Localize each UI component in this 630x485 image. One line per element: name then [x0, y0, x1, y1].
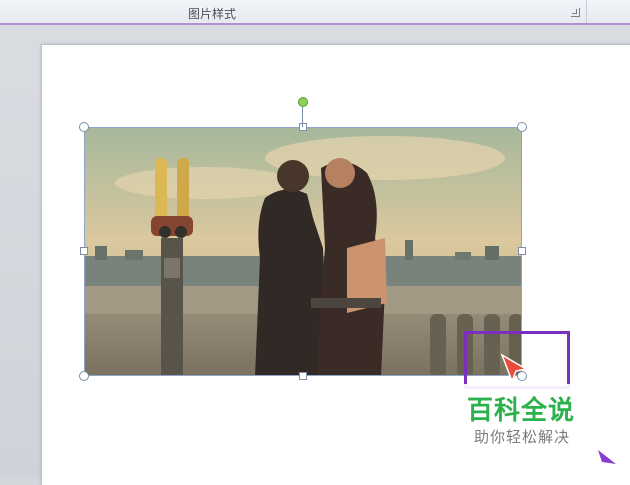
watermark-subtitle: 助你轻松解决 — [474, 428, 571, 446]
dialog-launcher-icon[interactable] — [571, 8, 580, 17]
photo-couple-scene — [85, 128, 521, 375]
ribbon-group-divider — [586, 0, 587, 23]
purple-arrow-cursor-icon — [598, 450, 616, 464]
resize-handle-left[interactable] — [80, 247, 88, 255]
watermark-title: 百科全说 — [467, 396, 576, 426]
resize-handle-top-right[interactable] — [517, 122, 527, 132]
rotate-handle-icon[interactable] — [298, 97, 308, 107]
resize-handle-bottom-left[interactable] — [79, 371, 89, 381]
ribbon-bar: 图片样式 — [0, 0, 630, 25]
resize-handle-top-left[interactable] — [79, 122, 89, 132]
picture-styles-group-label: 图片样式 — [188, 7, 237, 21]
resize-handle-top[interactable] — [299, 123, 307, 131]
resize-handle-right[interactable] — [518, 247, 526, 255]
highlight-annotation-box — [464, 331, 570, 389]
resize-handle-bottom[interactable] — [299, 372, 307, 380]
selected-picture[interactable] — [84, 127, 522, 376]
rotate-handle-stem — [302, 107, 303, 127]
